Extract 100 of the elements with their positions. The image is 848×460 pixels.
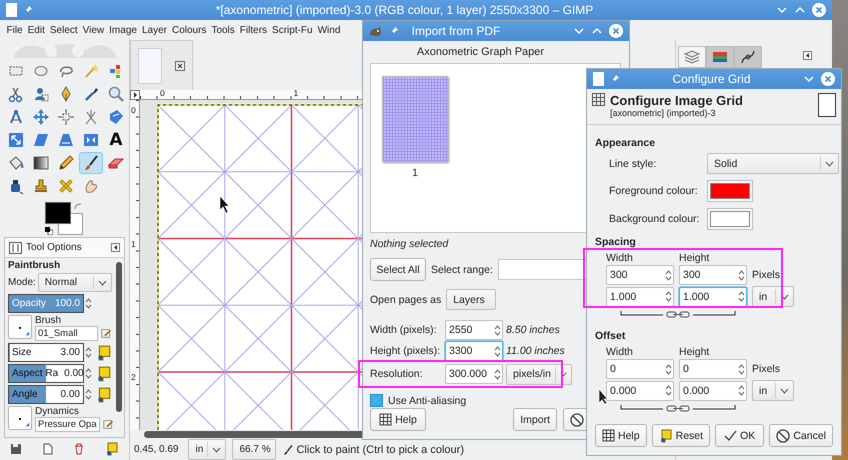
value-slider[interactable]: Aspect Ra 0.00 bbox=[8, 364, 84, 383]
layers-icon[interactable] bbox=[683, 48, 701, 66]
number-field[interactable]: 0 bbox=[679, 359, 747, 379]
caret-icon[interactable] bbox=[780, 388, 789, 394]
unit-dropdown[interactable]: in bbox=[188, 439, 226, 460]
menu-item[interactable]: Script-Fu bbox=[270, 24, 316, 36]
select-all-button[interactable]: Select All bbox=[370, 258, 426, 281]
spin-arrows-icon[interactable] bbox=[494, 324, 501, 336]
spin-arrows-icon[interactable] bbox=[665, 268, 672, 282]
mode-dropdown[interactable]: Normal bbox=[38, 273, 112, 292]
cancel-icon[interactable] bbox=[776, 428, 790, 442]
caret-icon[interactable] bbox=[98, 280, 107, 286]
ok-button[interactable]: OK bbox=[715, 424, 764, 447]
scrollbar[interactable] bbox=[116, 262, 122, 412]
spin-arrows-icon[interactable] bbox=[85, 297, 92, 310]
number-field[interactable]: 0 bbox=[606, 359, 674, 379]
swap-colors-icon[interactable] bbox=[74, 203, 82, 211]
paths-icon[interactable] bbox=[739, 48, 757, 66]
tool-button[interactable]: A bbox=[104, 129, 128, 151]
field-label: Resolution: bbox=[370, 368, 424, 380]
menu-item[interactable]: Edit bbox=[25, 24, 48, 36]
help-icon[interactable] bbox=[602, 429, 615, 442]
value-slider[interactable]: Size 3.00 bbox=[8, 343, 84, 362]
dock-tab[interactable] bbox=[706, 46, 734, 68]
reset-icon[interactable] bbox=[658, 428, 673, 442]
save-icon[interactable] bbox=[10, 443, 22, 455]
import-button[interactable]: Import bbox=[513, 408, 557, 431]
reset-icon[interactable] bbox=[96, 366, 112, 382]
zoom-dropdown[interactable]: 66.7 % bbox=[232, 439, 276, 460]
column-label: Height bbox=[679, 252, 710, 264]
page-thumbnail[interactable] bbox=[382, 76, 448, 162]
line-style-dropdown[interactable]: Solid bbox=[707, 153, 839, 174]
number-field[interactable]: 3300 bbox=[445, 341, 503, 361]
spin-arrows-icon[interactable] bbox=[665, 384, 672, 397]
menu-item[interactable]: Colours bbox=[169, 24, 209, 36]
help-button[interactable]: Help bbox=[595, 424, 647, 447]
delete-icon[interactable] bbox=[73, 443, 86, 455]
unit-dropdown[interactable]: in bbox=[752, 380, 794, 401]
image-preview bbox=[818, 93, 836, 117]
menu-item[interactable]: Filters bbox=[237, 24, 270, 36]
spin-arrows-icon[interactable] bbox=[85, 367, 92, 380]
spin-arrows-icon[interactable] bbox=[738, 384, 745, 397]
text-tool-icon[interactable]: A bbox=[109, 131, 123, 149]
help-icon[interactable] bbox=[379, 413, 392, 426]
spin-arrows-icon[interactable] bbox=[738, 290, 745, 303]
default-colors-icon[interactable] bbox=[45, 227, 53, 235]
help-button[interactable]: Help bbox=[370, 408, 426, 431]
cancel-icon[interactable] bbox=[570, 412, 584, 426]
caret-icon[interactable] bbox=[780, 294, 789, 300]
background-color-swatch[interactable] bbox=[58, 213, 83, 235]
unit-dropdown[interactable]: in bbox=[752, 286, 794, 307]
spin-arrows-icon[interactable] bbox=[665, 362, 672, 376]
ruler-menu-icon[interactable] bbox=[130, 90, 140, 100]
cancel-button[interactable]: Cancel bbox=[769, 424, 833, 447]
number-field[interactable]: 0.000 bbox=[606, 380, 674, 400]
dock-tab[interactable] bbox=[734, 46, 762, 68]
spin-arrows-icon[interactable] bbox=[494, 344, 501, 358]
number-field[interactable]: 0.000 bbox=[679, 380, 747, 400]
menu-item[interactable]: Select bbox=[47, 24, 80, 36]
checkbox[interactable] bbox=[370, 394, 383, 407]
reset-icon[interactable] bbox=[96, 386, 112, 402]
value-slider[interactable]: Angle 0.00 bbox=[8, 385, 84, 404]
caret-icon[interactable] bbox=[560, 371, 567, 377]
number-field[interactable]: 300.000 bbox=[445, 364, 503, 384]
menu-item[interactable]: Layer bbox=[139, 24, 170, 36]
caret-icon[interactable] bbox=[825, 160, 834, 166]
open-as-dropdown[interactable]: Layers bbox=[446, 289, 496, 310]
close-icon[interactable] bbox=[175, 60, 186, 70]
edit-icon[interactable] bbox=[102, 419, 114, 430]
tab-menu-icon[interactable] bbox=[803, 51, 812, 60]
number-field[interactable]: 300 bbox=[679, 265, 747, 285]
menu-item[interactable]: Tools bbox=[208, 24, 238, 36]
unit-dropdown[interactable]: pixels/in bbox=[506, 364, 572, 384]
document-icon[interactable] bbox=[42, 443, 54, 455]
menu-item[interactable]: Image bbox=[106, 24, 140, 36]
number-field[interactable]: 1.000 bbox=[679, 286, 747, 306]
menu-item[interactable]: File bbox=[4, 24, 26, 36]
spin-arrows-icon[interactable] bbox=[85, 346, 92, 359]
foreground-color-swatch[interactable] bbox=[45, 202, 71, 224]
column-label: Width bbox=[606, 346, 633, 358]
spin-arrows-icon[interactable] bbox=[738, 362, 745, 376]
tab-menu-icon[interactable] bbox=[111, 243, 120, 252]
number-field[interactable]: 1.000 bbox=[606, 286, 674, 306]
caret-icon[interactable] bbox=[212, 446, 222, 452]
resource-field[interactable]: 01_Small bbox=[35, 326, 98, 341]
spin-arrows-icon[interactable] bbox=[665, 290, 672, 303]
number-field[interactable]: 2550 bbox=[445, 320, 503, 340]
reset-icon[interactable] bbox=[96, 344, 112, 360]
reset-icon[interactable] bbox=[105, 442, 120, 456]
check-icon[interactable] bbox=[724, 430, 738, 441]
dock-tab[interactable] bbox=[678, 46, 706, 68]
menu-item[interactable]: View bbox=[80, 24, 107, 36]
spin-arrows-icon[interactable] bbox=[85, 388, 92, 401]
spin-arrows-icon[interactable] bbox=[738, 268, 745, 282]
edit-icon[interactable] bbox=[101, 328, 112, 339]
resource-field[interactable]: Pressure Opa bbox=[35, 417, 100, 432]
reset-button[interactable]: Reset bbox=[652, 424, 710, 447]
menu-item[interactable]: Wind bbox=[315, 24, 343, 36]
spin-arrows-icon[interactable] bbox=[494, 368, 501, 380]
number-field[interactable]: 300 bbox=[606, 265, 674, 285]
